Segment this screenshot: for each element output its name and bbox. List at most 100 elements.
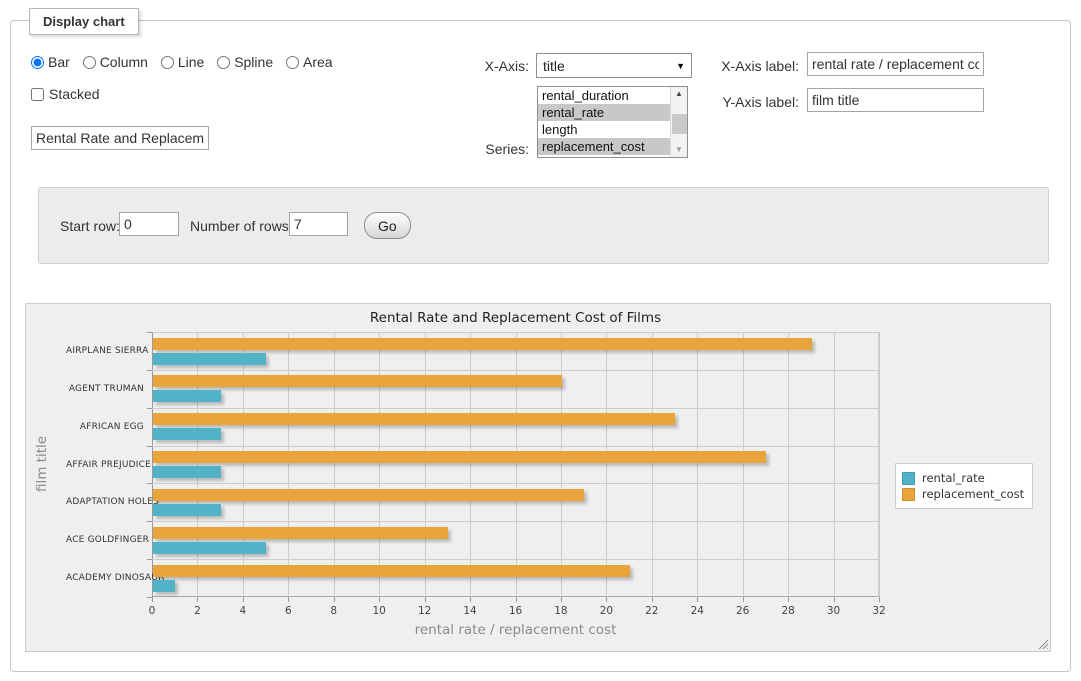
y-category-label: AIRPLANE SIERRA [66, 346, 144, 356]
gridline [788, 332, 789, 597]
x-tick-mark [516, 597, 517, 602]
x-tick-label: 14 [455, 605, 485, 617]
rows-panel: Start row: Number of rows: Go [38, 187, 1049, 264]
gridline [152, 559, 879, 560]
x-axis-select[interactable]: title ▼ [536, 53, 692, 78]
x-tick-label: 22 [637, 605, 667, 617]
gridline [152, 446, 879, 447]
y-category-label: AGENT TRUMAN [66, 384, 144, 394]
bar-replacement_cost [153, 451, 766, 463]
x-tick-label: 18 [546, 605, 576, 617]
chart-type-area-radio[interactable] [286, 56, 299, 69]
bar-rental_rate [153, 580, 175, 592]
y-axis-label-field-label: Y-Axis label: [713, 94, 799, 110]
chevron-down-icon: ▼ [676, 61, 685, 71]
scroll-up-icon[interactable]: ▲ [671, 87, 687, 101]
x-tick-label: 2 [182, 605, 212, 617]
listbox-scrollbar[interactable]: ▲ ▼ [670, 87, 687, 157]
x-tick-label: 12 [410, 605, 440, 617]
number-of-rows-label: Number of rows: [190, 218, 293, 234]
bar-replacement_cost [153, 565, 630, 577]
chart-type-bar[interactable]: Bar [31, 54, 70, 70]
x-tick-label: 16 [501, 605, 531, 617]
chart-type-column-radio[interactable] [83, 56, 96, 69]
gridline [697, 332, 698, 597]
bar-rental_rate [153, 466, 221, 478]
chart-type-line-radio[interactable] [161, 56, 174, 69]
x-tick-mark [834, 597, 835, 602]
x-axis-label: X-Axis: [449, 58, 529, 74]
x-tick-label: 6 [273, 605, 303, 617]
number-of-rows-input[interactable] [289, 212, 348, 236]
chart-type-spline-radio[interactable] [217, 56, 230, 69]
chart-type-column[interactable]: Column [83, 54, 148, 70]
start-row-input[interactable] [119, 212, 179, 236]
chart-title: Rental Rate and Replacement Cost of Film… [152, 310, 879, 326]
x-axis-label-field-label: X-Axis label: [713, 58, 799, 74]
gridline [152, 408, 879, 409]
legend-item: rental_rate [902, 471, 1024, 485]
x-tick-label: 10 [364, 605, 394, 617]
display-chart-panel: Display chart Bar Column Line Spline Are… [10, 20, 1071, 672]
x-tick-label: 32 [864, 605, 894, 617]
x-tick-mark [470, 597, 471, 602]
chart-type-line-label: Line [178, 54, 204, 70]
series-option[interactable]: replacement_cost [538, 138, 670, 155]
y-category-label: ADAPTATION HOLES [66, 497, 144, 507]
x-tick-mark [561, 597, 562, 602]
gridline [743, 332, 744, 597]
chart-type-line[interactable]: Line [161, 54, 204, 70]
bar-replacement_cost [153, 413, 675, 425]
bar-replacement_cost [153, 375, 562, 387]
series-option[interactable]: length [538, 121, 670, 138]
x-axis-select-value: title [543, 58, 676, 74]
chart-type-area[interactable]: Area [286, 54, 333, 70]
series-option[interactable]: rental_rate [538, 104, 670, 121]
x-tick-mark [652, 597, 653, 602]
series-label: Series: [449, 141, 529, 157]
chart-type-area-label: Area [303, 54, 333, 70]
x-tick-mark [697, 597, 698, 602]
bar-replacement_cost [153, 338, 812, 350]
legend-label: rental_rate [922, 471, 985, 485]
scroll-down-icon[interactable]: ▼ [671, 143, 687, 157]
legend-label: replacement_cost [922, 487, 1024, 501]
gridline [470, 332, 471, 597]
x-tick-label: 24 [682, 605, 712, 617]
scrollbar-thumb[interactable] [672, 114, 687, 134]
chart-title-input[interactable] [31, 126, 209, 150]
bar-replacement_cost [153, 489, 584, 501]
gridline [152, 483, 879, 484]
bar-rental_rate [153, 542, 266, 554]
x-tick-mark [879, 597, 880, 602]
stacked-option[interactable]: Stacked [31, 86, 100, 102]
stacked-label: Stacked [49, 86, 100, 102]
x-tick-label: 4 [228, 605, 258, 617]
bar-rental_rate [153, 390, 221, 402]
gridline [606, 332, 607, 597]
x-axis-label-input[interactable] [807, 52, 984, 76]
panel-title: Display chart [29, 8, 139, 35]
go-button[interactable]: Go [364, 212, 411, 239]
y-axis-label-input[interactable] [807, 88, 984, 112]
gridline [152, 370, 879, 371]
y-category-label: AFFAIR PREJUDICE [66, 460, 144, 470]
bar-rental_rate [153, 504, 221, 516]
legend-item: replacement_cost [902, 487, 1024, 501]
chart-type-spline[interactable]: Spline [217, 54, 273, 70]
y-category-label: ACE GOLDFINGER [66, 535, 144, 545]
chart-type-bar-radio[interactable] [31, 56, 44, 69]
resize-handle-icon[interactable] [1037, 638, 1048, 649]
gridline [879, 332, 880, 597]
y-category-label: ACADEMY DINOSAUR [66, 573, 144, 583]
legend-swatch [902, 488, 915, 501]
series-option[interactable]: rental_duration [538, 87, 670, 104]
gridline [516, 332, 517, 597]
x-tick-label: 26 [728, 605, 758, 617]
gridline [652, 332, 653, 597]
chart-legend: rental_rate replacement_cost [895, 463, 1033, 509]
gridline [243, 332, 244, 597]
gridline [152, 521, 879, 522]
stacked-checkbox[interactable] [31, 88, 44, 101]
series-listbox[interactable]: rental_durationrental_ratelengthreplacem… [537, 86, 688, 158]
